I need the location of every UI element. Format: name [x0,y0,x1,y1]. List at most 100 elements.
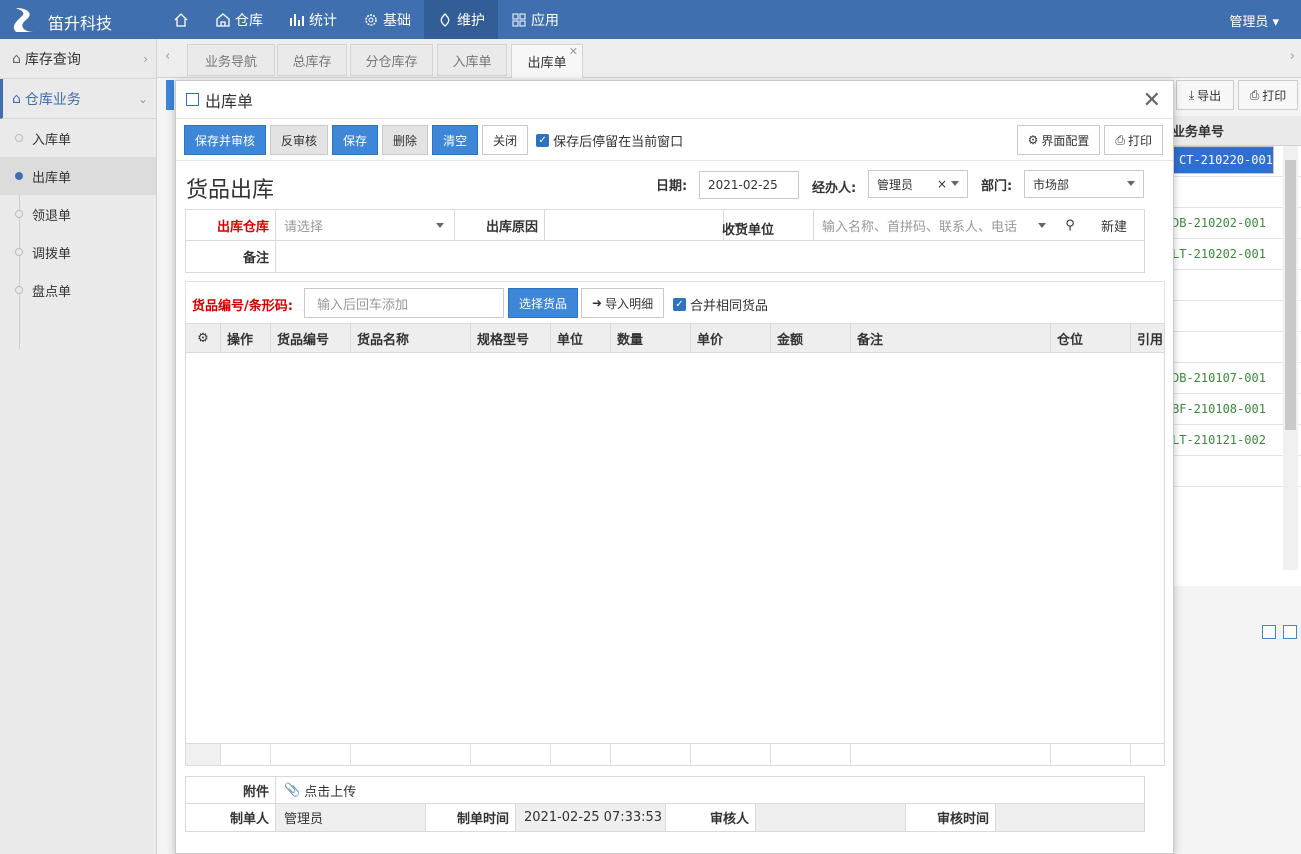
minimize-icon[interactable] [1262,625,1276,639]
sidebar-item-outbound[interactable]: 出库单 [0,157,156,195]
search-icon[interactable]: ⚲ [1056,210,1084,240]
gear-icon: ⚙ [1027,133,1039,147]
handler-select[interactable]: 管理员 × [868,170,968,198]
close-button[interactable]: 关闭 [482,125,529,155]
cell: LT-210121-002 [1172,433,1266,447]
tab-outbound[interactable]: 出库单 ✕ [511,44,583,78]
print-button[interactable]: ⎙ 打印 [1104,125,1163,155]
vertical-scrollbar[interactable] [1283,146,1298,570]
stay-checkbox[interactable]: ✓ 保存后停留在当前窗口 [536,131,683,150]
reason-input[interactable] [545,210,724,240]
table-row[interactable]: BF-210108-001 [1170,394,1301,425]
dialog-title: 出库单 [205,91,254,111]
sidebar-item-inbound[interactable]: 入库单 [0,119,156,157]
checkbox-label: 保存后停留在当前窗口 [553,134,684,150]
save-button[interactable]: 保存 [332,125,379,155]
select-items-button[interactable]: 选择货品 [508,288,579,318]
maximize-icon[interactable] [1283,625,1297,639]
warehouse-select[interactable]: 请选择 [276,210,455,240]
column-header: 规格型号 [471,324,551,352]
import-details-button[interactable]: ➜ 导入明细 [581,288,665,318]
table-row[interactable]: DB-210107-001 [1170,363,1301,394]
dialog-toolbar: 保存并审核 反审核 保存 删除 清空 关闭 ✓ 保存后停留在当前窗口 [184,125,683,155]
sidebar-item-label: 出库单 [32,170,72,186]
chevron-left-icon[interactable]: ‹ [165,49,170,64]
reason-label: 出库原因 [455,210,545,240]
upload-link[interactable]: 📎 点击上传 [276,777,1144,803]
table-row[interactable]: CT-210220-001 [1170,146,1274,174]
column-header: 单价 [691,324,771,352]
new-receiver-button[interactable]: 新建 [1084,210,1144,240]
save-and-audit-button[interactable]: 保存并审核 [184,125,267,155]
grid-header: ⚙ 操作 货品编号 货品名称 规格型号 单位 数量 单价 金额 备注 仓位 引用 [186,324,1164,353]
gear-icon[interactable]: ⚙ [186,324,221,352]
form-row: 出库仓库 请选择 出库原因 输入名称、首拼码、联系人、电话 ⚲ 新建 [186,210,1144,241]
tab-total-stock[interactable]: 总库存 [277,44,347,76]
nav-maintenance[interactable]: 维护 [424,0,498,39]
upload-label: 点击上传 [304,784,357,800]
toolbar-right: ⚙ 界面配置 ⎙ 打印 [1016,125,1163,155]
sidebar-item-requisition[interactable]: 领退单 [0,195,156,233]
tab-bar: ‹ 业务导航 总库存 分仓库存 入库单 出库单 ✕ › [157,39,1301,78]
user-menu[interactable]: 管理员 ▾ [1229,11,1279,30]
tab-inbound[interactable]: 入库单 [437,44,507,76]
delete-button[interactable]: 删除 [382,125,429,155]
download-icon: ⤓ [1188,87,1195,102]
nav-home[interactable] [160,0,202,39]
merge-checkbox[interactable]: ✓ 合并相同货品 [673,295,768,314]
nav-apps[interactable]: 应用 [498,0,572,39]
remark-input[interactable] [276,241,1144,272]
tab-branch-stock[interactable]: 分仓库存 [350,44,433,76]
unaudit-button[interactable]: 反审核 [270,125,329,155]
item-code-label: 货品编号/条形码: [192,299,293,314]
nav-basic[interactable]: 基础 [350,0,424,39]
tab-business-nav[interactable]: 业务导航 [187,44,275,76]
table-row[interactable] [1170,332,1301,363]
clear-button[interactable]: 清空 [432,125,479,155]
sidebar-group-warehouse-business[interactable]: ⌂ 仓库业务 ⌄ [0,79,156,119]
close-icon[interactable]: ✕ [1143,88,1161,113]
tree-dot [15,248,23,256]
clear-x-icon[interactable]: × [937,177,947,191]
chevron-right-icon[interactable]: › [1290,49,1295,64]
date-input[interactable]: 2021-02-25 [699,171,799,199]
created-time-value: 2021-02-25 07:33:53 [516,804,666,831]
receiver-label: 收货单位 [722,223,775,238]
window-icon [186,93,199,106]
bg-print-button[interactable]: ⎙ 打印 [1238,80,1298,110]
nav-stats[interactable]: 统计 [276,0,350,39]
summary-cell [221,744,271,765]
column-header: 引用 [1137,332,1164,348]
item-code-input[interactable]: 输入后回车添加 [304,288,504,318]
nav-warehouse[interactable]: 仓库 [202,0,276,39]
ui-config-button[interactable]: ⚙ 界面配置 [1016,125,1101,155]
dept-select[interactable]: 市场部 [1024,170,1144,198]
sidebar-item-transfer[interactable]: 调拨单 [0,233,156,271]
table-row[interactable] [1170,177,1301,208]
table-row[interactable]: DB-210202-001 [1170,208,1301,239]
table-row[interactable] [1170,270,1301,301]
audit-time-value [996,804,1144,831]
summary-cell [611,744,691,765]
home-icon: ⌂ [12,90,21,107]
receiver-input[interactable]: 输入名称、首拼码、联系人、电话 [814,210,1056,240]
form-row: 制单人 管理员 制单时间 2021-02-25 07:33:53 审核人 审核时… [186,804,1144,831]
table-row[interactable] [1170,456,1301,487]
export-button[interactable]: ⤓ 导出 [1176,80,1234,110]
home-icon: ⌂ [12,50,21,67]
table-row[interactable]: LT-210121-002 [1170,425,1301,456]
summary-cell [851,744,1051,765]
summary-cell [471,744,551,765]
scrollbar-thumb[interactable] [1285,160,1296,430]
tree-dot [15,286,23,294]
table-row[interactable]: LT-210202-001 [1170,239,1301,270]
caret-down-icon: ▾ [1272,15,1279,30]
table-row[interactable] [1170,301,1301,332]
created-time-label: 制单时间 [426,804,516,831]
sidebar-item-stocktake[interactable]: 盘点单 [0,271,156,309]
close-icon[interactable]: ✕ [569,45,578,58]
nav-label: 维护 [457,12,485,29]
audit-time-label: 审核时间 [906,804,996,831]
select-placeholder: 请选择 [284,219,324,235]
sidebar-group-inventory-query[interactable]: ⌂ 库存查询 › [0,39,156,79]
